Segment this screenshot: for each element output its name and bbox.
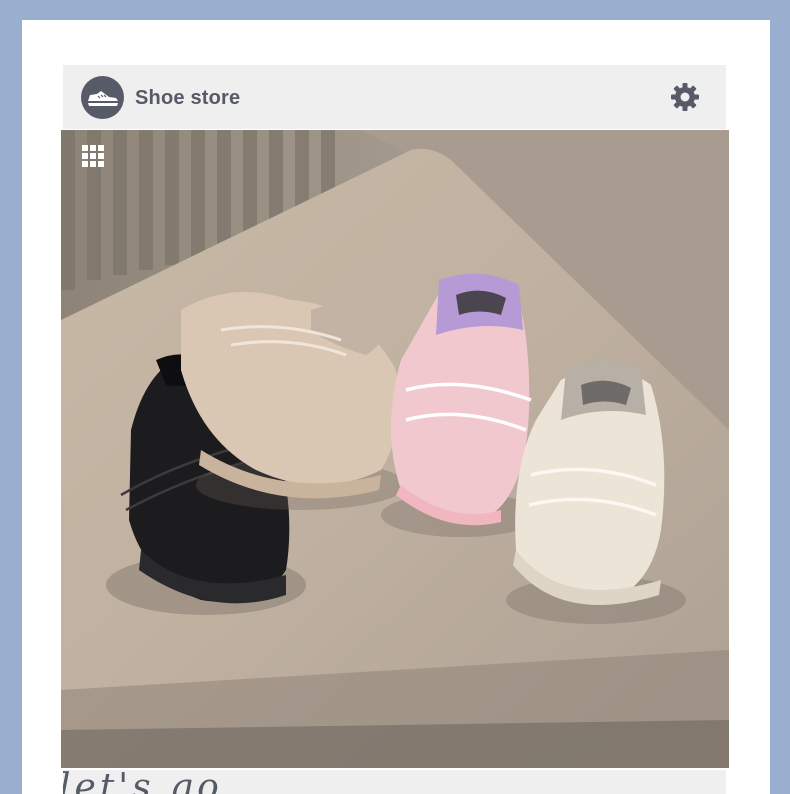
app-frame: Shoe store let's go xyxy=(22,20,770,794)
sneaker-icon xyxy=(87,90,118,106)
bottom-banner: let's go xyxy=(63,770,726,794)
app-header: Shoe store xyxy=(63,65,726,129)
app-title: Shoe store xyxy=(135,87,241,109)
sneakers-photo xyxy=(61,130,729,768)
grid-icon[interactable] xyxy=(81,144,105,168)
photo-scene xyxy=(61,130,729,768)
beige-sneaker xyxy=(181,292,406,510)
logo-badge[interactable] xyxy=(81,76,124,119)
gear-icon[interactable] xyxy=(669,81,701,113)
script-text: let's go xyxy=(63,770,223,794)
